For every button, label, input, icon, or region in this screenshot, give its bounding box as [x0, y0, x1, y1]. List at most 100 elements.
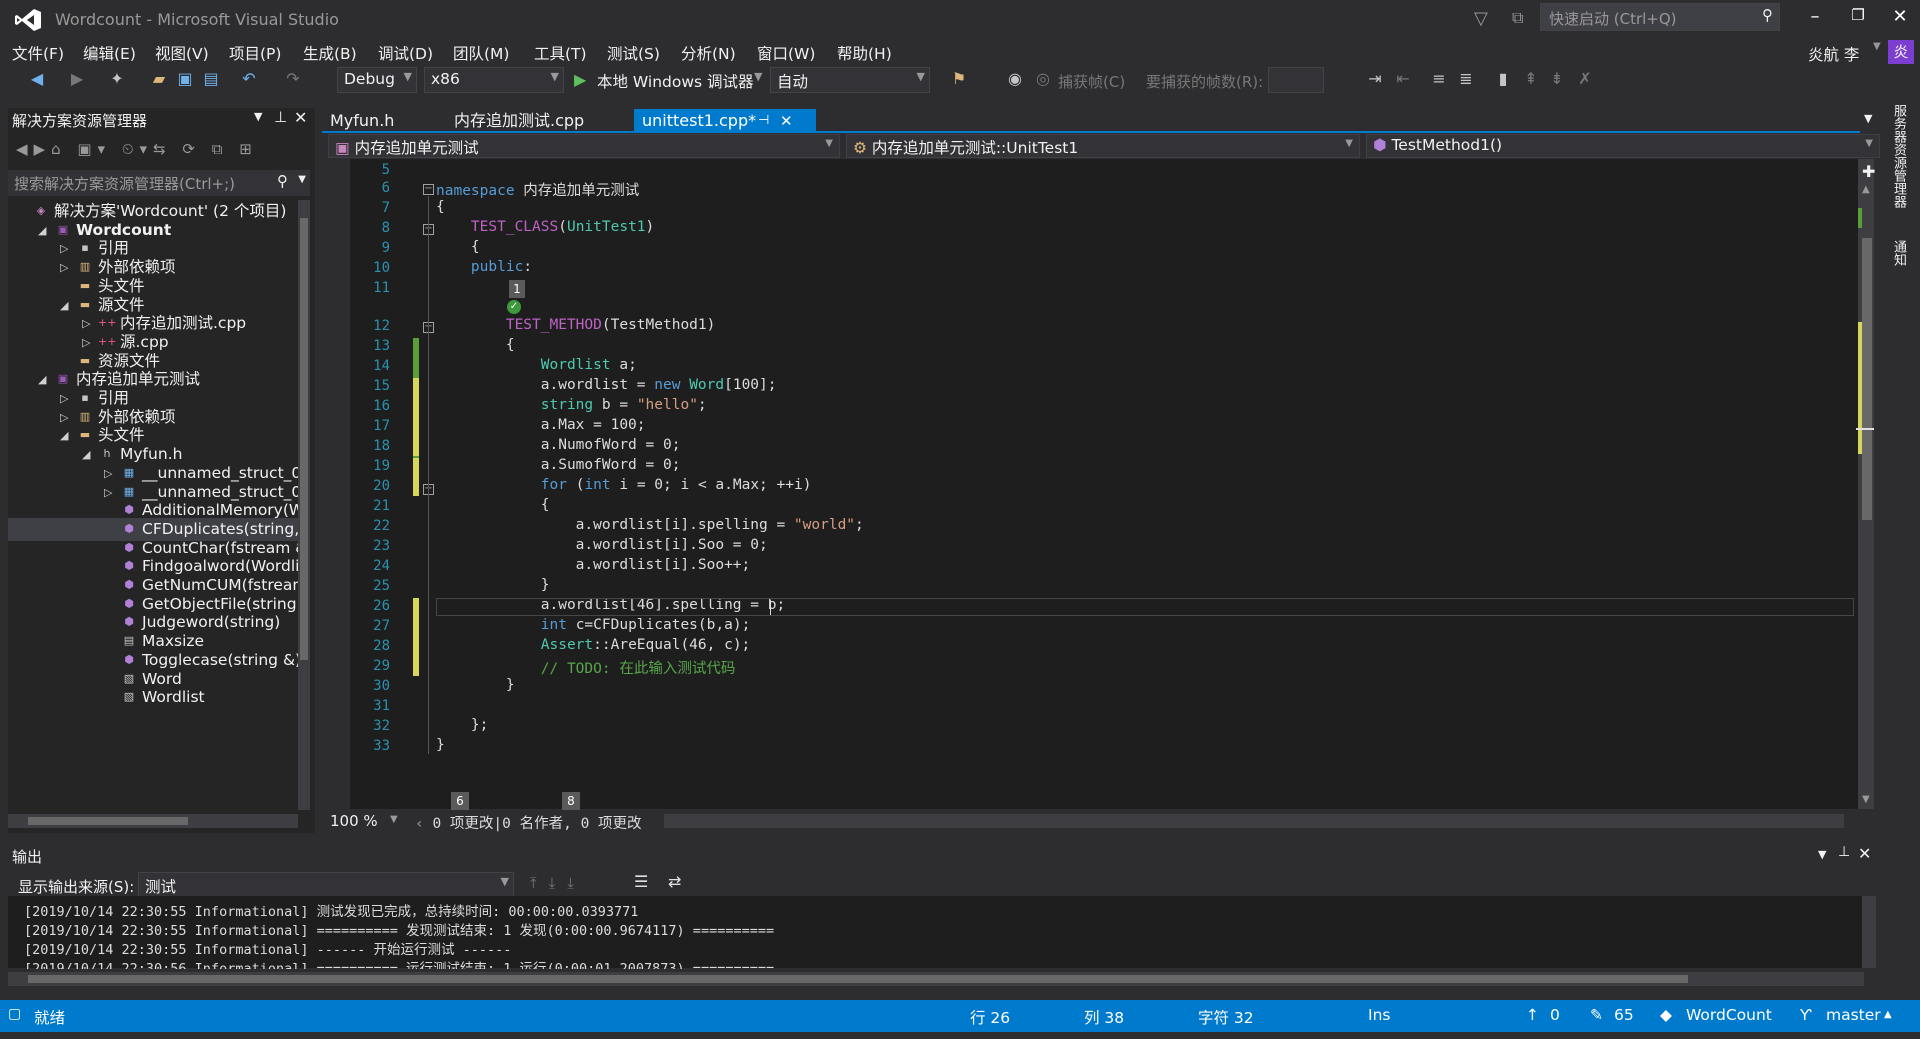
undo-icon[interactable]: ↶ — [238, 68, 260, 90]
scroll-down-icon[interactable]: ▼ — [1862, 794, 1870, 805]
tab-pin-icon[interactable]: ⊣ — [758, 109, 769, 133]
start-debug-button[interactable]: 本地 Windows 调试器 — [597, 70, 754, 92]
search-options-icon[interactable]: ▼ — [298, 174, 306, 185]
restore-button[interactable]: ❐ — [1840, 6, 1876, 32]
user-dropdown-icon[interactable]: ▼ — [1873, 41, 1881, 52]
tab-list-dropdown-icon[interactable]: ▼ — [1864, 112, 1872, 125]
save-icon[interactable]: ▣ — [174, 68, 196, 90]
capture-frame-button[interactable]: 捕获帧(C) — [1058, 71, 1125, 92]
menu-analyze[interactable]: 分析(N) — [681, 42, 736, 64]
menu-project[interactable]: 项目(P) — [229, 42, 281, 64]
status-branch[interactable]: master — [1826, 1006, 1881, 1024]
folder-icon: ▬ — [79, 297, 91, 311]
uncomment-icon[interactable]: ≣ — [1455, 68, 1477, 90]
prev-bookmark-icon[interactable]: ⇞ — [1520, 68, 1542, 90]
new-project-icon[interactable]: ✦ — [106, 68, 128, 90]
notifications-side-tab[interactable]: 通知 — [1888, 240, 1908, 266]
output-hscroll-thumb[interactable] — [28, 975, 1688, 983]
back-icon[interactable]: ◀ — [26, 68, 48, 90]
output-vertical-scrollbar[interactable] — [1862, 896, 1876, 968]
capture-frame-icon[interactable]: ◎ — [1032, 68, 1054, 90]
start-debug-icon[interactable]: ▶ — [574, 70, 586, 89]
member-nav-select[interactable]: ⬢ TestMethod1() ▼ — [1366, 134, 1880, 158]
status-repo[interactable]: WordCount — [1686, 1006, 1772, 1024]
test-passed-icon[interactable]: ✓ — [507, 300, 521, 314]
camera-icon[interactable]: ◉ — [1004, 68, 1026, 90]
configuration-select[interactable]: Debug ▼ — [337, 67, 417, 93]
scroll-up-icon[interactable]: ▲ — [1862, 184, 1870, 195]
tab-memory-test-cpp[interactable]: 内存追加测试.cpp — [446, 109, 592, 133]
tree-hscroll-thumb[interactable] — [28, 817, 188, 825]
output-toolbar[interactable]: ⤒⤓⤓ — [530, 874, 586, 892]
comment-icon[interactable]: ≡ — [1428, 68, 1450, 90]
close-panel-icon[interactable]: ✕ — [294, 108, 307, 127]
status-pending-changes[interactable]: 65 — [1614, 1006, 1634, 1024]
changes-summary[interactable]: ‹ 0 项更改|0 名作者, 0 项更改 — [415, 812, 642, 833]
platform-select[interactable]: x86 ▼ — [424, 67, 564, 93]
split-editor-icon[interactable]: ✚ — [1862, 162, 1875, 181]
references-icon: ▪ — [81, 391, 89, 404]
publish-icon[interactable]: ↑ — [1526, 1006, 1539, 1024]
tree-item[interactable]: ▧ Wordlist — [8, 686, 306, 709]
tab-myfun-h[interactable]: Myfun.h — [322, 109, 402, 133]
minimize-button[interactable]: – — [1797, 6, 1833, 32]
branch-up-icon[interactable]: ▲ — [1884, 1009, 1892, 1020]
menu-edit[interactable]: 编辑(E) — [83, 42, 136, 64]
forward-icon[interactable]: ▶ — [66, 68, 88, 90]
repo-icon[interactable]: ◆ — [1660, 1006, 1672, 1024]
editor-horizontal-scrollbar[interactable] — [664, 814, 1844, 828]
output-pin-icon[interactable]: ⊥ — [1838, 844, 1850, 860]
bookmark-icon[interactable]: ▮ — [1492, 68, 1514, 90]
feedback-icon[interactable]: ⧉ — [1512, 8, 1534, 30]
status-unpushed[interactable]: 0 — [1550, 1006, 1560, 1024]
menu-build[interactable]: 生成(B) — [303, 42, 357, 64]
menu-team[interactable]: 团队(M) — [453, 42, 509, 64]
filter-icon[interactable]: ▽ — [1474, 8, 1496, 30]
codelens-refs-badge[interactable]: 1 — [509, 280, 525, 298]
frames-count-input[interactable] — [1268, 67, 1324, 93]
save-all-icon[interactable]: ▤ — [200, 68, 222, 90]
clear-output-icon[interactable]: ☰ — [634, 872, 648, 891]
pin-icon[interactable]: ⊥ — [274, 108, 287, 126]
branch-icon[interactable]: Ƴ — [1800, 1006, 1812, 1024]
zoom-level[interactable]: 100 % — [330, 812, 378, 830]
panel-options-icon[interactable]: ▼ — [254, 110, 262, 123]
menu-view[interactable]: 视图(V) — [155, 42, 209, 64]
output-close-icon[interactable]: ✕ — [1858, 844, 1871, 863]
redo-icon[interactable]: ↷ — [282, 68, 304, 90]
menu-file[interactable]: 文件(F) — [12, 42, 64, 64]
quick-launch-input[interactable]: 快速启动 (Ctrl+Q) ⚲ — [1540, 3, 1780, 31]
debug-target-dropdown-icon[interactable]: ▼ — [754, 70, 762, 83]
clear-bookmarks-icon[interactable]: ✗ — [1574, 68, 1596, 90]
find-in-files-icon[interactable]: ⚑ — [948, 68, 970, 90]
outdent-icon[interactable]: ⇤ — [1392, 68, 1414, 90]
code-editor[interactable] — [322, 159, 1860, 809]
user-avatar[interactable]: 炎 — [1888, 40, 1914, 64]
solution-config-select[interactable]: 自动 ▼ — [770, 67, 930, 93]
output-options-icon[interactable]: ▼ — [1818, 848, 1826, 861]
menu-test[interactable]: 测试(S) — [607, 42, 660, 64]
tree-scroll-thumb[interactable] — [300, 218, 308, 660]
server-explorer-side-tab[interactable]: 服务器资源管理器 — [1888, 104, 1908, 208]
menu-help[interactable]: 帮助(H) — [837, 42, 892, 64]
tab-close-icon[interactable]: ✕ — [780, 109, 793, 133]
header-file-icon: h — [103, 447, 111, 461]
scope-nav-select[interactable]: ⚙ 内存追加单元测试::UnitTest1 ▼ — [846, 134, 1360, 158]
zoom-dropdown-icon[interactable]: ▼ — [390, 814, 398, 825]
tab-unittest1-cpp[interactable]: unittest1.cpp* ⊣ ✕ — [634, 109, 816, 133]
word-wrap-icon[interactable]: ⇄ — [668, 872, 681, 891]
user-name[interactable]: 炎航 李 — [1808, 43, 1859, 65]
project-nav-select[interactable]: ▣ 内存追加单元测试 ▼ — [328, 134, 840, 158]
close-window-button[interactable]: ✕ — [1882, 6, 1918, 32]
output-source-select[interactable]: 测试 ▼ — [138, 872, 514, 898]
pencil-icon[interactable]: ✎ — [1590, 1006, 1603, 1024]
indent-icon[interactable]: ⇥ — [1364, 68, 1386, 90]
next-bookmark-icon[interactable]: ⇟ — [1546, 68, 1568, 90]
editor-scroll-thumb[interactable] — [1862, 238, 1872, 520]
solution-explorer-toolbar[interactable]: ◀▶⌂ ▣▾ ⏲▾⇆ ⟳ ⧉ ⊞ — [16, 140, 306, 162]
open-file-icon[interactable]: ▰ — [148, 68, 170, 90]
menu-tools[interactable]: 工具(T) — [534, 42, 587, 64]
menu-debug[interactable]: 调试(D) — [378, 42, 433, 64]
menu-window[interactable]: 窗口(W) — [757, 42, 815, 64]
solution-search-input[interactable]: 搜索解决方案资源管理器(Ctrl+;) ⚲ ▼ — [8, 170, 310, 196]
